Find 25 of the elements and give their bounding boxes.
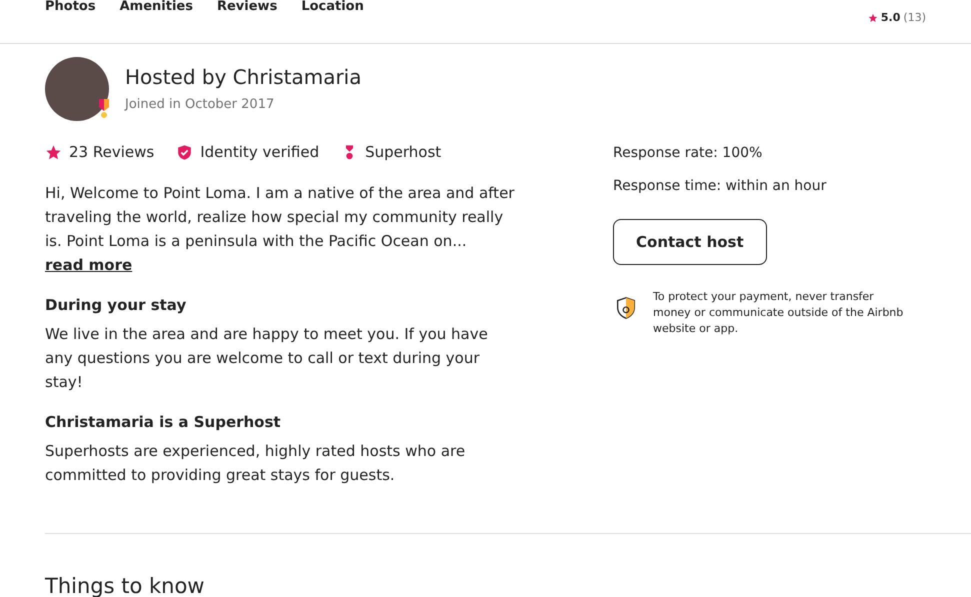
nav-link[interactable]: Reviews <box>216 0 278 43</box>
read-more-link[interactable]: read more <box>45 253 132 277</box>
review-count: (13) <box>903 11 926 24</box>
contact-host-button[interactable]: Contact host <box>613 219 767 265</box>
rating-value: 5.0 <box>880 11 900 24</box>
badge-label: Identity verified <box>200 143 320 161</box>
nav-link[interactable]: Location <box>301 0 364 43</box>
section-heading: Christamaria is a Superhost <box>45 413 282 431</box>
response-rate: Response rate: 100% <box>613 145 764 161</box>
nav-link[interactable]: Photos <box>45 0 96 43</box>
badge-label: Superhost <box>365 143 442 161</box>
host-description: Hi, Welcome to Point Loma. I am a native of the area and after traveling the world, realize how special my community really is. Point Loma is a peninsula with the Pacific Ocean on... <box>45 183 515 252</box>
section-text: We live in the area and are happy to meet you. If you have any questions you are welcome to call or text during your stay! <box>45 324 489 393</box>
joined-date: Joined in October 2017 <box>125 97 276 112</box>
section-heading: During your stay <box>45 296 188 314</box>
star-icon <box>45 144 62 160</box>
payment-notice: To protect your payment, never transfer money or communicate outside of the Airbnb website or app. <box>653 289 904 337</box>
star-icon <box>868 12 878 22</box>
badge-label: 23 Reviews <box>69 143 154 161</box>
host-title: Hosted by Christamaria <box>125 65 362 89</box>
section-title: Things to know <box>45 574 206 597</box>
response-time: Response time: within an hour <box>613 178 828 194</box>
nav-link[interactable]: Amenities <box>120 0 193 43</box>
verified-shield-icon <box>176 144 194 160</box>
section-text: Superhosts are experienced, highly rated hosts who are committed to providing great stays for guests. <box>45 441 466 486</box>
